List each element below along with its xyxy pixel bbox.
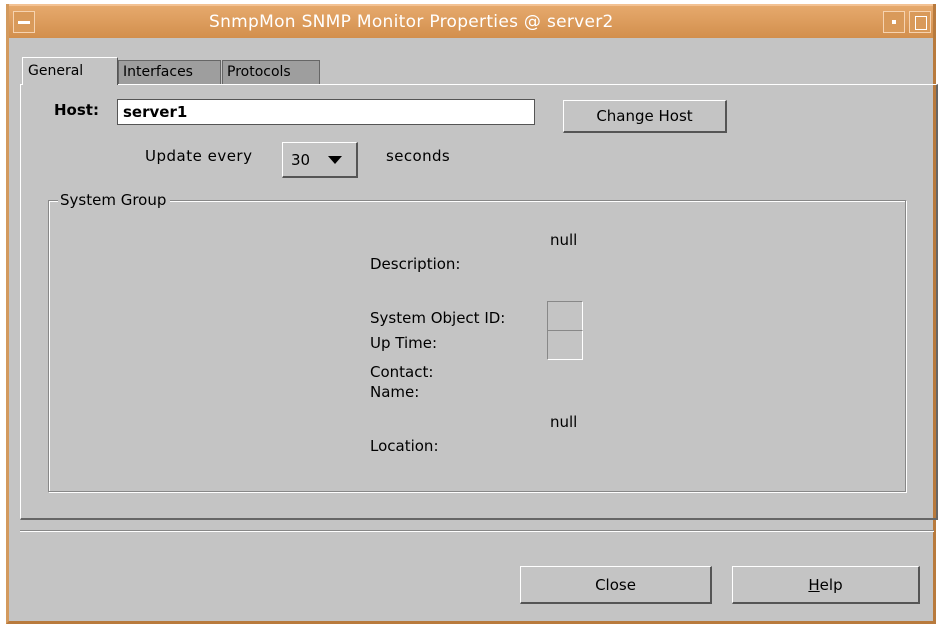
help-label-rest: elp — [819, 576, 843, 594]
window-title: SnmpMon SNMP Monitor Properties @ server… — [209, 12, 614, 32]
seconds-label: seconds — [386, 147, 451, 165]
up-time-value — [547, 330, 583, 360]
contact-label: Contact: — [370, 363, 434, 381]
system-object-id-value — [547, 301, 583, 331]
update-every-label: Update every — [145, 147, 253, 165]
up-time-label: Up Time: — [370, 334, 438, 352]
update-interval-select[interactable]: 30 — [282, 142, 358, 178]
system-object-id-label: System Object ID: — [370, 309, 506, 327]
window-menu-icon[interactable] — [13, 11, 35, 33]
system-group-title: System Group — [58, 191, 171, 209]
minimize-icon[interactable] — [883, 11, 905, 33]
tab-protocols[interactable]: Protocols — [222, 60, 320, 84]
chevron-down-icon — [328, 156, 342, 164]
footer-divider — [20, 530, 934, 532]
name-label: Name: — [370, 383, 420, 401]
description-label: Description: — [370, 255, 461, 273]
location-label: Location: — [370, 437, 439, 455]
change-host-button[interactable]: Change Host — [563, 100, 727, 133]
title-bar[interactable]: SnmpMon SNMP Monitor Properties @ server… — [9, 4, 933, 38]
help-mnemonic: H — [808, 576, 820, 594]
update-interval-value: 30 — [291, 151, 311, 169]
close-button[interactable]: Close — [520, 566, 712, 604]
tab-interfaces[interactable]: Interfaces — [118, 60, 221, 84]
help-button[interactable]: Help — [732, 566, 920, 604]
tab-general[interactable]: General — [22, 57, 118, 85]
host-input[interactable]: server1 — [117, 99, 535, 125]
system-group-box — [48, 200, 906, 492]
host-label: Host: — [54, 101, 99, 119]
location-value: null — [550, 413, 578, 431]
maximize-icon[interactable] — [909, 11, 931, 33]
description-value: null — [550, 231, 578, 249]
